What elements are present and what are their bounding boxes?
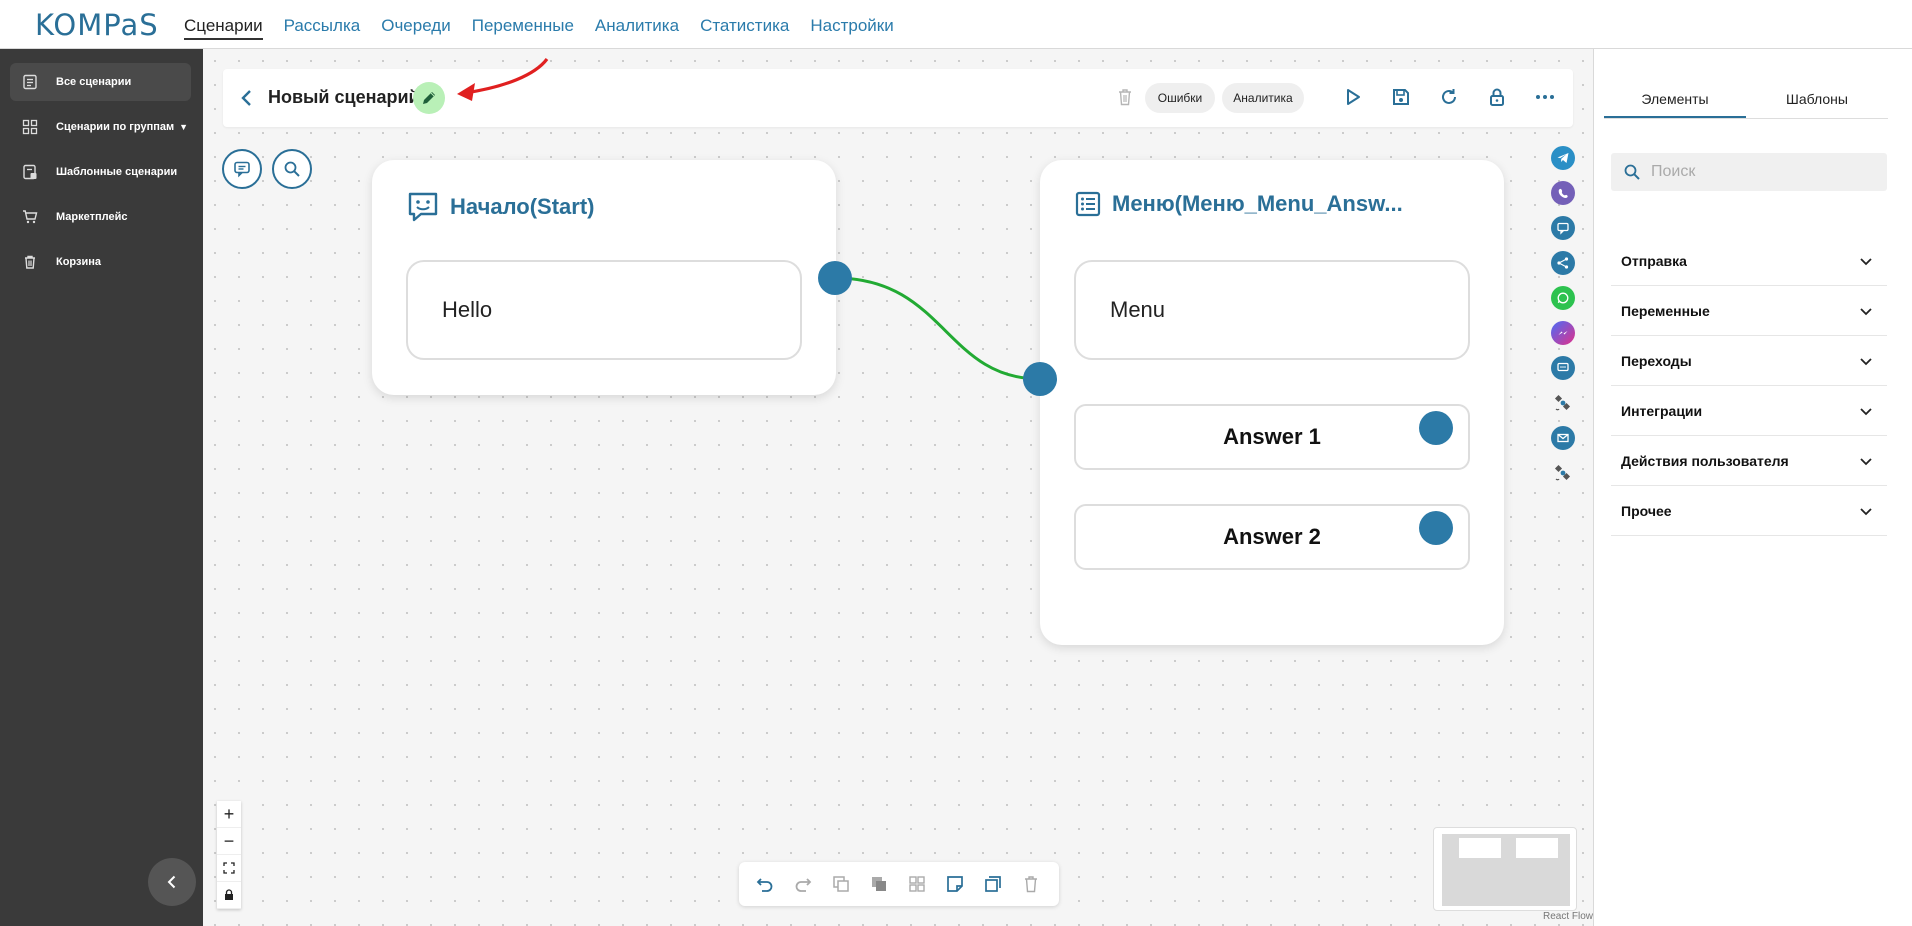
tab-templates[interactable]: Шаблоны [1746, 75, 1888, 118]
sidebar-item-label: Все сценарии [56, 76, 132, 88]
tab-elements[interactable]: Элементы [1604, 75, 1746, 118]
nav-item-mailing[interactable]: Рассылка [284, 0, 361, 49]
trash-icon [18, 250, 42, 274]
elements-panel: Элементы Шаблоны Отправка Переменные Пер… [1593, 49, 1912, 926]
minimap-node [1516, 838, 1558, 858]
sidebar-item-all-scenarios[interactable]: Все сценарии [10, 63, 191, 101]
zoom-in-icon[interactable]: + [217, 801, 241, 828]
chevron-down-icon [1860, 257, 1872, 265]
sidebar-item-marketplace[interactable]: Маркетплейс [10, 198, 191, 236]
menu-node-title: Меню(Меню_Menu_Answ... [1074, 190, 1403, 218]
search-icon [1624, 164, 1640, 180]
note-icon[interactable] [943, 872, 967, 896]
main-nav: Сценарии Рассылка Очереди Переменные Ана… [184, 0, 915, 49]
minimap-node [1459, 838, 1501, 858]
sidebar-collapse-button[interactable] [148, 858, 196, 906]
bottom-toolbar [739, 862, 1059, 906]
fit-view-icon[interactable] [217, 855, 241, 882]
nav-item-variables[interactable]: Переменные [472, 0, 574, 49]
email-icon[interactable] [1551, 426, 1575, 450]
minimap-viewport [1442, 834, 1570, 906]
template-icon [18, 160, 42, 184]
start-message-box[interactable]: Hello [406, 260, 802, 360]
minimap[interactable] [1433, 827, 1577, 911]
sidebar-item-label: Шаблонные сценарии [56, 166, 178, 178]
chevron-down-icon [1860, 357, 1872, 365]
nav-item-settings[interactable]: Настройки [810, 0, 893, 49]
top-navigation-bar: KOMPaS Сценарии Рассылка Очереди Перемен… [0, 0, 1912, 49]
start-node-title: Начало(Start) [406, 190, 594, 224]
share-icon[interactable] [1551, 251, 1575, 275]
chat-smile-icon [408, 192, 438, 222]
sms-icon[interactable] [1551, 356, 1575, 380]
menu-list-icon [1075, 191, 1101, 217]
satellite-icon[interactable] [1551, 391, 1575, 415]
nav-item-analytics[interactable]: Аналитика [595, 0, 679, 49]
start-output-handle[interactable] [818, 261, 852, 295]
sidebar-item-label: Маркетплейс [56, 211, 128, 223]
telegram-icon[interactable] [1551, 146, 1575, 170]
elements-search [1611, 153, 1887, 191]
section-integrations[interactable]: Интеграции [1611, 386, 1887, 436]
section-sending[interactable]: Отправка [1611, 236, 1887, 286]
chat-widget-icon[interactable] [1551, 216, 1575, 240]
satellite-alt-icon[interactable] [1551, 461, 1575, 485]
sidebar-item-label: Корзина [56, 256, 101, 268]
menu-message-box[interactable]: Menu [1074, 260, 1470, 360]
nav-item-scenarios[interactable]: Сценарии [184, 0, 263, 49]
zoom-controls: + − [217, 801, 241, 909]
viber-icon[interactable] [1551, 181, 1575, 205]
copy-icon[interactable] [829, 872, 853, 896]
undo-icon[interactable] [753, 872, 777, 896]
menu-node[interactable]: Меню(Меню_Menu_Answ... Menu Answer 1 Ans… [1040, 160, 1504, 645]
zoom-out-icon[interactable]: − [217, 828, 241, 855]
lock-canvas-icon[interactable] [217, 882, 241, 909]
sidebar-item-templates[interactable]: Шаблонные сценарии [10, 153, 191, 191]
sidebar-item-trash[interactable]: Корзина [10, 243, 191, 281]
section-variables[interactable]: Переменные [1611, 286, 1887, 336]
delete-selection-icon[interactable] [1019, 872, 1043, 896]
answer-button-2[interactable]: Answer 2 [1074, 504, 1470, 570]
chevron-down-icon [1860, 507, 1872, 515]
search-input[interactable] [1651, 163, 1871, 181]
section-transitions[interactable]: Переходы [1611, 336, 1887, 386]
answer-2-handle[interactable] [1419, 511, 1453, 545]
chevron-left-icon [167, 875, 176, 889]
sidebar-item-label: Сценарии по группам [56, 121, 175, 133]
flow-canvas[interactable]: Новый сценарий Ошибки Аналитика Начало(S… [203, 49, 1593, 926]
answer-button-1[interactable]: Answer 1 [1074, 404, 1470, 470]
chevron-down-icon [1860, 307, 1872, 315]
cart-icon [18, 205, 42, 229]
left-sidebar: Все сценарии Сценарии по группам ▼ Шабло… [0, 49, 203, 926]
messenger-icon[interactable] [1551, 321, 1575, 345]
chevron-down-icon [1860, 457, 1872, 465]
menu-input-handle[interactable] [1023, 362, 1057, 396]
whatsapp-icon[interactable] [1551, 286, 1575, 310]
select-all-icon[interactable] [905, 872, 929, 896]
grid-icon [18, 115, 42, 139]
nav-item-statistics[interactable]: Статистика [700, 0, 789, 49]
reactflow-attribution[interactable]: React Flow [1543, 911, 1593, 922]
paste-icon[interactable] [867, 872, 891, 896]
start-node[interactable]: Начало(Start) Hello [372, 160, 836, 395]
sidebar-item-groups[interactable]: Сценарии по группам ▼ [10, 108, 191, 146]
panel-tabs: Элементы Шаблоны [1604, 75, 1888, 119]
app-logo[interactable]: KOMPaS [35, 8, 159, 42]
list-icon [18, 70, 42, 94]
redo-icon[interactable] [791, 872, 815, 896]
section-other[interactable]: Прочее [1611, 486, 1887, 536]
duplicate-icon[interactable] [981, 872, 1005, 896]
chevron-down-icon [1860, 407, 1872, 415]
nav-item-queues[interactable]: Очереди [381, 0, 451, 49]
caret-down-icon: ▼ [179, 122, 189, 132]
section-user-actions[interactable]: Действия пользователя [1611, 436, 1887, 486]
answer-1-handle[interactable] [1419, 411, 1453, 445]
